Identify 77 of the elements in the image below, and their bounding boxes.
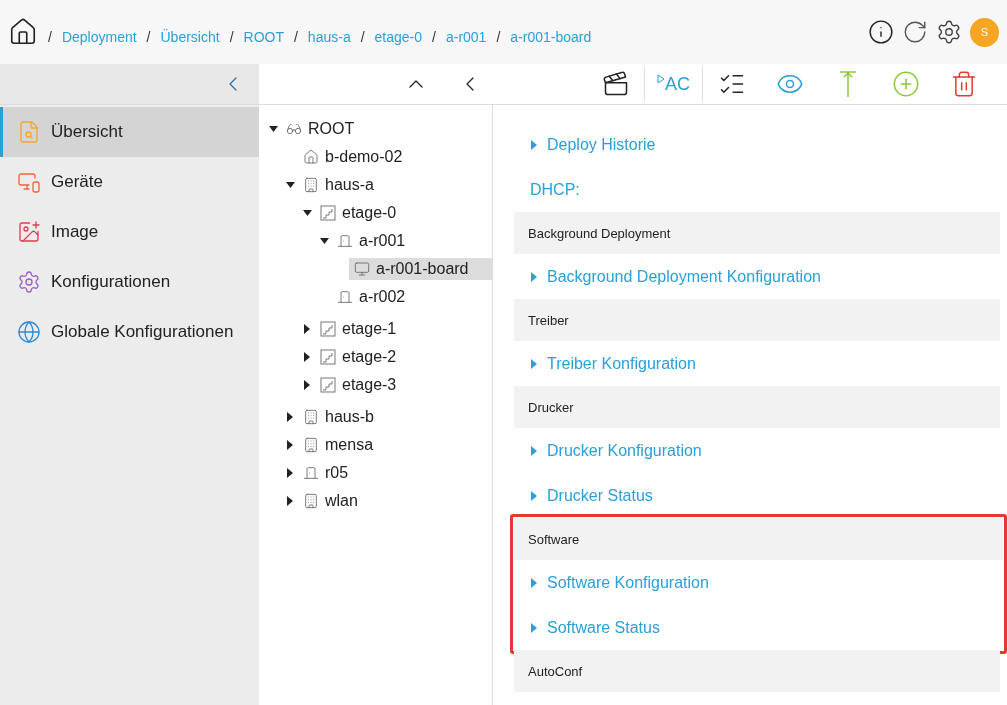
section-header: AutoConf [514, 650, 1000, 692]
expand-caret-icon[interactable] [319, 236, 329, 246]
tree-item[interactable]: etage-0 [315, 202, 402, 224]
link-caret-icon[interactable] [530, 271, 539, 282]
breadcrumb-separator: / [293, 29, 298, 45]
home-icon[interactable] [8, 17, 38, 47]
expand-caret-icon[interactable] [285, 180, 295, 190]
tree-item[interactable]: r05 [298, 462, 354, 484]
breadcrumb-separator: / [496, 29, 501, 45]
tree-item[interactable]: haus-a [298, 174, 379, 196]
building-icon [303, 177, 319, 193]
door-icon [337, 289, 353, 305]
link-caret-icon[interactable] [530, 622, 539, 633]
building-icon [303, 409, 319, 425]
monitor-icon [354, 261, 370, 277]
section-header: Software [514, 518, 1003, 560]
expand-caret-icon[interactable] [285, 440, 295, 450]
expand-caret-icon[interactable] [302, 352, 312, 362]
expand-caret-icon[interactable] [302, 380, 312, 390]
tree-item[interactable]: haus-b [298, 406, 379, 428]
add-icon [892, 70, 920, 98]
breadcrumb-separator: / [360, 29, 365, 45]
link-caret-icon[interactable] [530, 139, 539, 150]
refresh-icon[interactable] [902, 19, 928, 45]
section-header: Treiber [514, 299, 1000, 341]
expand-caret-icon[interactable] [285, 468, 295, 478]
section-header: Background Deployment [514, 212, 1000, 254]
link-caret-icon[interactable] [530, 358, 539, 369]
tree-item[interactable]: a-r002 [332, 286, 411, 308]
tree-item[interactable]: etage-3 [315, 374, 402, 396]
expand-caret-icon[interactable] [285, 412, 295, 422]
breadcrumb-separator: / [146, 29, 151, 45]
image-icon [17, 220, 41, 244]
upload-icon [838, 70, 858, 98]
breadcrumb-separator: / [432, 29, 436, 45]
sidebar-item[interactable]: Image [0, 207, 259, 257]
tree-item[interactable]: a-r001 [332, 230, 411, 252]
info-icon[interactable] [868, 19, 894, 45]
globe-icon [17, 320, 41, 344]
stairs-icon [320, 377, 336, 393]
sidebar-item[interactable]: Geräte [0, 157, 259, 207]
stairs-icon [320, 205, 336, 221]
door-icon [303, 465, 319, 481]
devices-icon [17, 170, 41, 194]
tree-item[interactable]: etage-2 [315, 346, 402, 368]
expand-caret-icon[interactable] [285, 496, 295, 506]
expand-caret-icon[interactable] [302, 324, 312, 334]
settings-icon [17, 270, 41, 294]
tree-item[interactable]: etage-1 [315, 318, 402, 340]
tree-item[interactable]: b-demo-02 [298, 146, 408, 168]
link-caret-icon[interactable] [530, 577, 539, 588]
breadcrumb-separator: / [229, 29, 234, 45]
settings-icon[interactable] [936, 19, 962, 45]
breadcrumb-separator: / [48, 29, 52, 45]
tree-item[interactable]: wlan [298, 490, 363, 512]
document-search-icon [17, 120, 41, 144]
trash-icon [950, 70, 978, 98]
section-header: Drucker [514, 386, 1000, 428]
building-icon [303, 493, 319, 509]
tree-item[interactable]: ROOT [281, 118, 360, 140]
tree-item[interactable]: a-r001-board [349, 258, 492, 280]
expand-caret-icon[interactable] [302, 208, 312, 218]
expand-caret-icon[interactable] [268, 124, 278, 134]
stairs-icon [320, 349, 336, 365]
sidebar-item[interactable]: Konfigurationen [0, 257, 259, 307]
triangle-icon [657, 73, 665, 84]
sidebar-item[interactable]: Globale Konfigurationen [0, 307, 259, 357]
house-icon [303, 149, 319, 165]
clapperboard-icon [601, 70, 630, 98]
building-icon [303, 437, 319, 453]
stairs-icon [320, 321, 336, 337]
link-caret-icon[interactable] [530, 445, 539, 456]
section-label: DHCP: [529, 179, 581, 200]
door-icon [337, 233, 353, 249]
link-caret-icon[interactable] [530, 490, 539, 501]
tree-item[interactable]: mensa [298, 434, 379, 456]
sidebar-item[interactable]: Übersicht [0, 107, 259, 157]
